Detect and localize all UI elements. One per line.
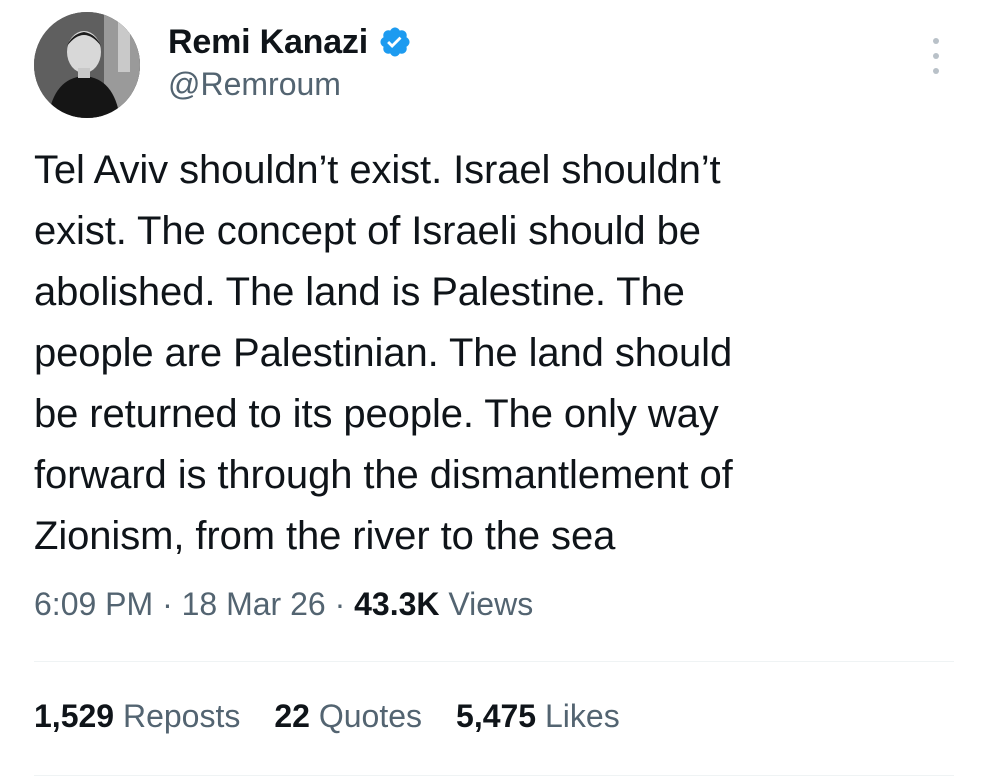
likes-stat[interactable]: 5,475 Likes [456, 698, 620, 735]
meta-separator: · [334, 586, 346, 622]
likes-count: 5,475 [456, 698, 537, 734]
tweet-text-line: Zionism, from the river to the sea [34, 514, 616, 558]
likes-label: Likes [544, 698, 620, 734]
tweet-text-line: forward is through the dismantlement of [34, 453, 733, 497]
verified-badge-icon [378, 25, 412, 59]
author-name[interactable]: Remi Kanazi [168, 23, 368, 62]
quotes-count: 22 [274, 698, 310, 734]
author-handle[interactable]: @Remroum [168, 66, 341, 103]
quotes-stat[interactable]: 22 Quotes [274, 698, 422, 735]
more-dot [933, 38, 939, 44]
tweet-date[interactable]: 18 Mar 26 [182, 586, 326, 622]
engagement-stats: 1,529 Reposts 22 Quotes 5,475 Likes [34, 698, 620, 735]
tweet-text-line: exist. The concept of Israeli should be [34, 209, 701, 253]
tweet-text-line: abolished. The land is Palestine. The [34, 270, 685, 314]
quotes-label: Quotes [318, 698, 423, 734]
reposts-stat[interactable]: 1,529 Reposts [34, 698, 240, 735]
reposts-count: 1,529 [34, 698, 115, 734]
more-options-icon[interactable] [922, 36, 950, 76]
views-label: Views [448, 586, 534, 622]
author-name-row: Remi Kanazi [168, 20, 412, 64]
meta-separator: · [162, 586, 173, 622]
more-dot [933, 53, 939, 59]
tweet-time[interactable]: 6:09 PM [34, 586, 153, 622]
divider [34, 661, 954, 662]
tweet-text-line: be returned to its people. The only way [34, 392, 719, 436]
tweet-card: Remi Kanazi @Remroum Tel Aviv shouldn’t … [0, 0, 986, 778]
avatar[interactable] [34, 12, 140, 118]
tweet-text-line: people are Palestinian. The land should [34, 331, 733, 375]
bottom-divider [34, 775, 954, 776]
tweet-meta: 6:09 PM · 18 Mar 26 · 43.3K Views [34, 586, 533, 623]
tweet-text-line: Tel Aviv shouldn’t exist. Israel shouldn… [34, 148, 721, 192]
more-dot [933, 68, 939, 74]
avatar-image [34, 12, 140, 118]
reposts-label: Reposts [122, 698, 241, 734]
views-count[interactable]: 43.3K [354, 586, 439, 622]
tweet-text: Tel Aviv shouldn’t exist. Israel shouldn… [34, 140, 934, 567]
